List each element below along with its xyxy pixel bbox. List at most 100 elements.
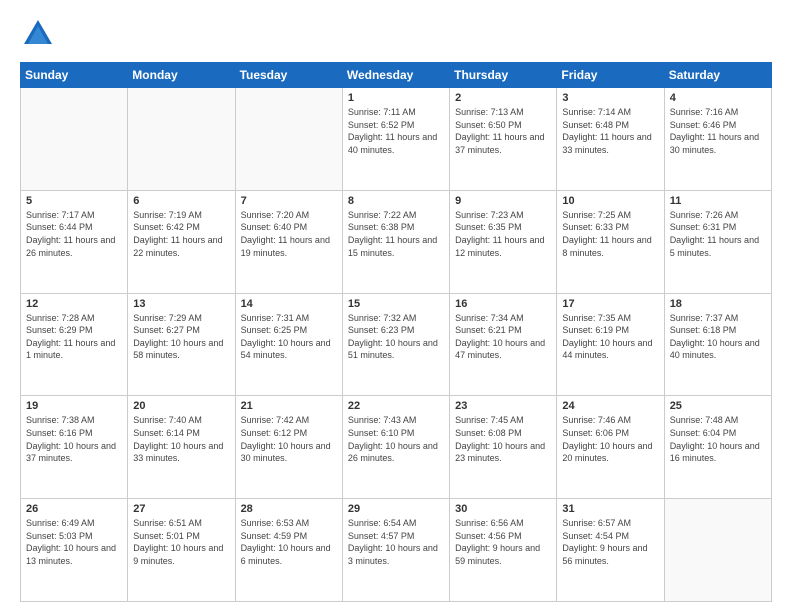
day-number: 24 xyxy=(562,400,658,412)
day-number: 18 xyxy=(670,298,766,310)
day-number: 29 xyxy=(348,503,444,515)
calendar-week-1: 5 Sunrise: 7:17 AM Sunset: 6:44 PM Daylig… xyxy=(21,190,772,293)
day-number: 30 xyxy=(455,503,551,515)
day-info: Sunrise: 7:20 AM Sunset: 6:40 PM Dayligh… xyxy=(241,209,337,259)
day-info: Sunrise: 7:37 AM Sunset: 6:18 PM Dayligh… xyxy=(670,312,766,362)
calendar-week-0: 1 Sunrise: 7:11 AM Sunset: 6:52 PM Daylig… xyxy=(21,88,772,191)
day-number: 26 xyxy=(26,503,122,515)
day-info: Sunrise: 7:26 AM Sunset: 6:31 PM Dayligh… xyxy=(670,209,766,259)
calendar-cell: 10Sunrise: 7:25 AM Sunset: 6:33 PM Dayli… xyxy=(557,190,664,293)
day-number: 4 xyxy=(670,92,766,104)
day-number: 2 xyxy=(455,92,551,104)
calendar-week-4: 26 Sunrise: 6:49 AM Sunset: 5:03 PM Dayli… xyxy=(21,499,772,602)
logo-icon xyxy=(20,16,56,52)
calendar-cell: 2 Sunrise: 7:13 AM Sunset: 6:50 PM Daylig… xyxy=(450,88,557,191)
calendar-cell: 12 Sunrise: 7:28 AM Sunset: 6:29 PM Dayli… xyxy=(21,293,128,396)
calendar-cell: 8 Sunrise: 7:22 AM Sunset: 6:38 PM Daylig… xyxy=(342,190,449,293)
day-info: Sunrise: 7:29 AM Sunset: 6:27 PM Dayligh… xyxy=(133,312,229,362)
day-number: 14 xyxy=(241,298,337,310)
calendar-cell: 5 Sunrise: 7:17 AM Sunset: 6:44 PM Daylig… xyxy=(21,190,128,293)
day-info: Sunrise: 7:32 AM Sunset: 6:23 PM Dayligh… xyxy=(348,312,444,362)
calendar-header-thursday: Thursday xyxy=(450,63,557,88)
calendar-cell: 30 Sunrise: 6:56 AM Sunset: 4:56 PM Dayli… xyxy=(450,499,557,602)
day-info: Sunrise: 6:51 AM Sunset: 5:01 PM Dayligh… xyxy=(133,517,229,567)
calendar-cell xyxy=(21,88,128,191)
day-info: Sunrise: 6:57 AM Sunset: 4:54 PM Dayligh… xyxy=(562,517,658,567)
day-info: Sunrise: 6:54 AM Sunset: 4:57 PM Dayligh… xyxy=(348,517,444,567)
day-info: Sunrise: 7:16 AM Sunset: 6:46 PM Dayligh… xyxy=(670,106,766,156)
calendar-header-saturday: Saturday xyxy=(664,63,771,88)
calendar-cell: 9Sunrise: 7:23 AM Sunset: 6:35 PM Daylig… xyxy=(450,190,557,293)
calendar-cell: 18 Sunrise: 7:37 AM Sunset: 6:18 PM Dayli… xyxy=(664,293,771,396)
calendar-cell: 14 Sunrise: 7:31 AM Sunset: 6:25 PM Dayli… xyxy=(235,293,342,396)
day-info: Sunrise: 7:45 AM Sunset: 6:08 PM Dayligh… xyxy=(455,414,551,464)
logo xyxy=(20,16,60,52)
calendar-header-friday: Friday xyxy=(557,63,664,88)
calendar-cell xyxy=(664,499,771,602)
calendar-cell: 17Sunrise: 7:35 AM Sunset: 6:19 PM Dayli… xyxy=(557,293,664,396)
day-number: 5 xyxy=(26,195,122,207)
day-info: Sunrise: 7:11 AM Sunset: 6:52 PM Dayligh… xyxy=(348,106,444,156)
day-number: 7 xyxy=(241,195,337,207)
day-number: 21 xyxy=(241,400,337,412)
calendar-cell: 31 Sunrise: 6:57 AM Sunset: 4:54 PM Dayli… xyxy=(557,499,664,602)
day-info: Sunrise: 7:17 AM Sunset: 6:44 PM Dayligh… xyxy=(26,209,122,259)
calendar-cell: 25Sunrise: 7:48 AM Sunset: 6:04 PM Dayli… xyxy=(664,396,771,499)
day-info: Sunrise: 7:31 AM Sunset: 6:25 PM Dayligh… xyxy=(241,312,337,362)
day-number: 1 xyxy=(348,92,444,104)
calendar-week-2: 12 Sunrise: 7:28 AM Sunset: 6:29 PM Dayli… xyxy=(21,293,772,396)
header xyxy=(20,16,772,52)
day-number: 16 xyxy=(455,298,551,310)
calendar-cell: 6Sunrise: 7:19 AM Sunset: 6:42 PM Daylig… xyxy=(128,190,235,293)
day-number: 22 xyxy=(348,400,444,412)
day-info: Sunrise: 7:13 AM Sunset: 6:50 PM Dayligh… xyxy=(455,106,551,156)
calendar-cell: 27Sunrise: 6:51 AM Sunset: 5:01 PM Dayli… xyxy=(128,499,235,602)
day-info: Sunrise: 7:38 AM Sunset: 6:16 PM Dayligh… xyxy=(26,414,122,464)
calendar-header-wednesday: Wednesday xyxy=(342,63,449,88)
day-number: 9 xyxy=(455,195,551,207)
day-info: Sunrise: 7:35 AM Sunset: 6:19 PM Dayligh… xyxy=(562,312,658,362)
calendar-cell: 29 Sunrise: 6:54 AM Sunset: 4:57 PM Dayli… xyxy=(342,499,449,602)
calendar-cell xyxy=(235,88,342,191)
day-number: 23 xyxy=(455,400,551,412)
day-number: 12 xyxy=(26,298,122,310)
day-info: Sunrise: 7:40 AM Sunset: 6:14 PM Dayligh… xyxy=(133,414,229,464)
calendar-cell: 20Sunrise: 7:40 AM Sunset: 6:14 PM Dayli… xyxy=(128,396,235,499)
day-info: Sunrise: 6:49 AM Sunset: 5:03 PM Dayligh… xyxy=(26,517,122,567)
page: SundayMondayTuesdayWednesdayThursdayFrid… xyxy=(0,0,792,612)
calendar-cell: 7 Sunrise: 7:20 AM Sunset: 6:40 PM Daylig… xyxy=(235,190,342,293)
day-number: 8 xyxy=(348,195,444,207)
calendar-header-sunday: Sunday xyxy=(21,63,128,88)
day-info: Sunrise: 7:19 AM Sunset: 6:42 PM Dayligh… xyxy=(133,209,229,259)
calendar-cell: 3 Sunrise: 7:14 AM Sunset: 6:48 PM Daylig… xyxy=(557,88,664,191)
calendar-header-tuesday: Tuesday xyxy=(235,63,342,88)
day-number: 15 xyxy=(348,298,444,310)
calendar-cell: 11Sunrise: 7:26 AM Sunset: 6:31 PM Dayli… xyxy=(664,190,771,293)
calendar-table: SundayMondayTuesdayWednesdayThursdayFrid… xyxy=(20,62,772,602)
calendar-cell: 22 Sunrise: 7:43 AM Sunset: 6:10 PM Dayli… xyxy=(342,396,449,499)
day-number: 19 xyxy=(26,400,122,412)
calendar-week-3: 19 Sunrise: 7:38 AM Sunset: 6:16 PM Dayli… xyxy=(21,396,772,499)
day-info: Sunrise: 7:43 AM Sunset: 6:10 PM Dayligh… xyxy=(348,414,444,464)
day-number: 31 xyxy=(562,503,658,515)
day-info: Sunrise: 7:14 AM Sunset: 6:48 PM Dayligh… xyxy=(562,106,658,156)
day-info: Sunrise: 7:42 AM Sunset: 6:12 PM Dayligh… xyxy=(241,414,337,464)
calendar-header-monday: Monday xyxy=(128,63,235,88)
day-info: Sunrise: 7:25 AM Sunset: 6:33 PM Dayligh… xyxy=(562,209,658,259)
day-number: 25 xyxy=(670,400,766,412)
calendar-cell: 15 Sunrise: 7:32 AM Sunset: 6:23 PM Dayli… xyxy=(342,293,449,396)
day-info: Sunrise: 6:56 AM Sunset: 4:56 PM Dayligh… xyxy=(455,517,551,567)
day-number: 13 xyxy=(133,298,229,310)
day-number: 3 xyxy=(562,92,658,104)
calendar-cell: 23 Sunrise: 7:45 AM Sunset: 6:08 PM Dayli… xyxy=(450,396,557,499)
calendar-cell xyxy=(128,88,235,191)
calendar-cell: 4 Sunrise: 7:16 AM Sunset: 6:46 PM Daylig… xyxy=(664,88,771,191)
calendar-cell: 24Sunrise: 7:46 AM Sunset: 6:06 PM Dayli… xyxy=(557,396,664,499)
day-number: 28 xyxy=(241,503,337,515)
day-info: Sunrise: 7:28 AM Sunset: 6:29 PM Dayligh… xyxy=(26,312,122,362)
day-info: Sunrise: 7:34 AM Sunset: 6:21 PM Dayligh… xyxy=(455,312,551,362)
day-info: Sunrise: 7:22 AM Sunset: 6:38 PM Dayligh… xyxy=(348,209,444,259)
calendar-cell: 1 Sunrise: 7:11 AM Sunset: 6:52 PM Daylig… xyxy=(342,88,449,191)
day-info: Sunrise: 6:53 AM Sunset: 4:59 PM Dayligh… xyxy=(241,517,337,567)
calendar-cell: 16 Sunrise: 7:34 AM Sunset: 6:21 PM Dayli… xyxy=(450,293,557,396)
